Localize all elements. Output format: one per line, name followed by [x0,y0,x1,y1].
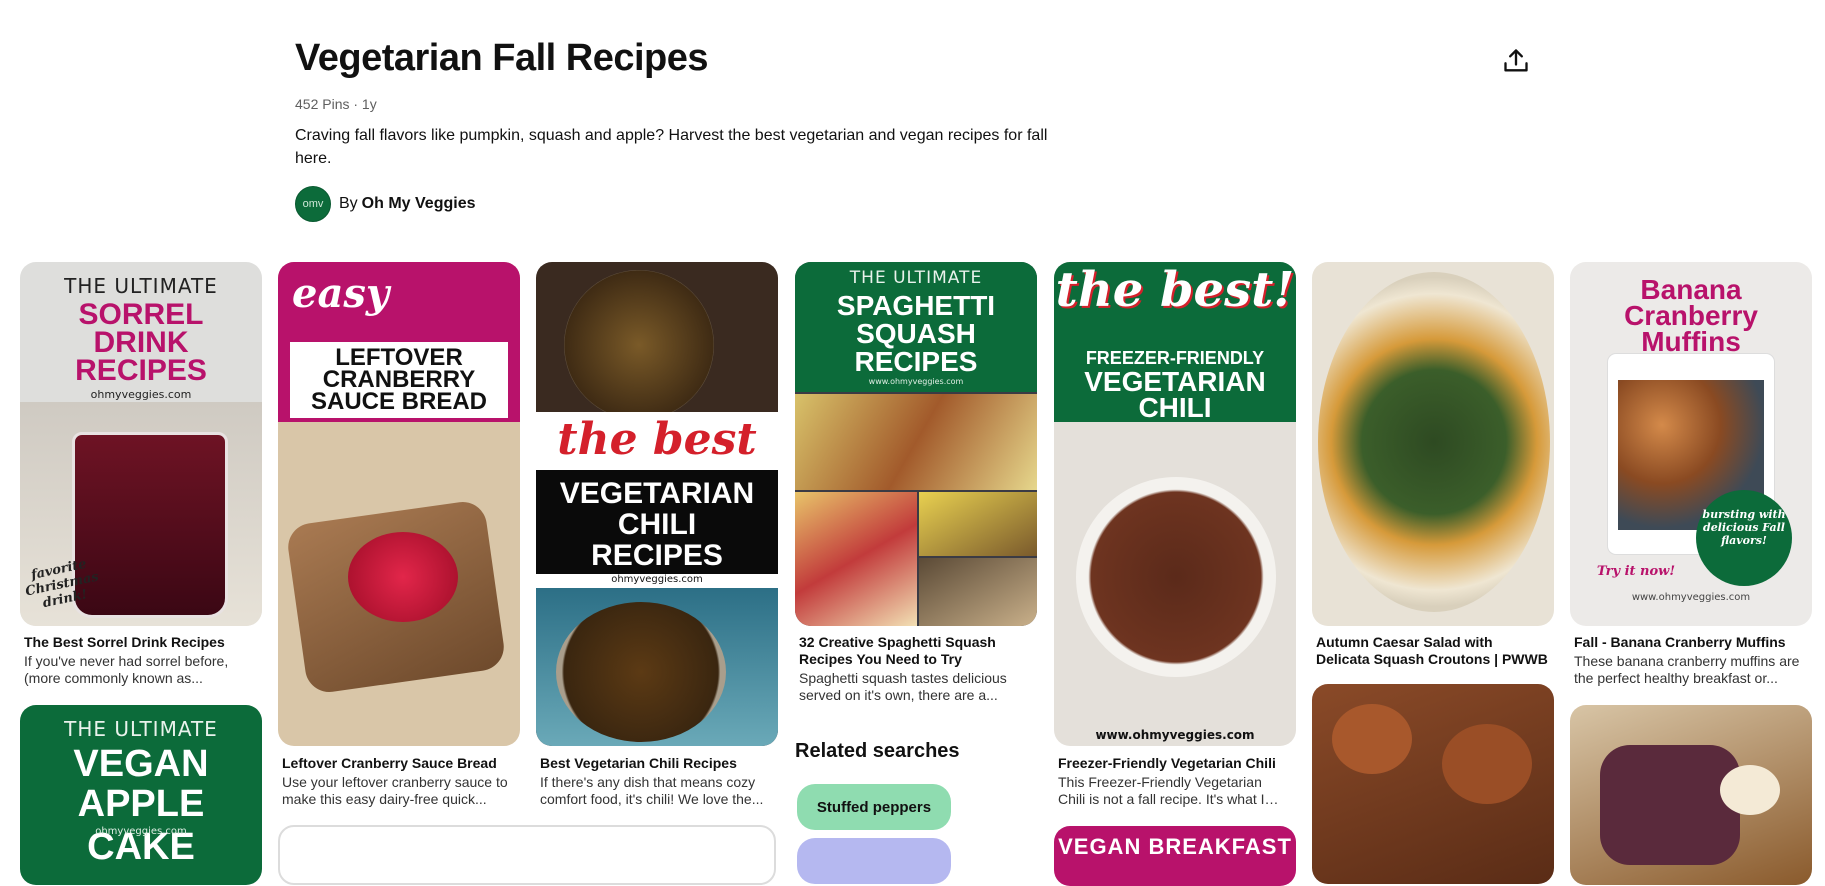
board-header: Vegetarian Fall Recipes 452 Pins · 1y Cr… [295,30,1115,222]
owner-name[interactable]: Oh My Veggies [362,195,476,213]
pin-description: These banana cranberry muffins are the p… [1574,653,1800,686]
pin-overlay-site: www.ohmyveggies.com [1095,728,1255,742]
owner-avatar[interactable]: omv [295,186,331,222]
share-button[interactable] [1496,42,1536,82]
pin-title[interactable]: Autumn Caesar Salad with Delicata Squash… [1316,634,1550,668]
pin-overlay-text: easy [292,270,390,317]
pin-overlay-text: CHILI [617,508,697,541]
pin-title[interactable]: The Best Sorrel Drink Recipes [24,634,258,651]
pin-overlay-text: RECIPES [854,346,978,377]
pin-caption: Fall - Banana Cranberry Muffins These ba… [1570,634,1812,687]
pin-overlay-text: SAUCE BREAD [310,388,487,415]
pin-overlay-cta: Try it now! [1596,564,1676,579]
pin-title[interactable]: Leftover Cranberry Sauce Bread [282,755,516,772]
pin-image-caesar-salad[interactable] [1312,262,1554,626]
pin-image-sorrel[interactable]: THE ULTIMATE SORREL DRINK RECIPES ohmyve… [20,262,262,626]
pin-image-muffins[interactable] [1312,684,1554,884]
pin-image-spaghetti-squash[interactable]: THE ULTIMATE SPAGHETTI SQUASH RECIPES ww… [795,262,1037,626]
board-description: Craving fall flavors like pumpkin, squas… [295,127,1048,167]
pin-image-cranberry-bread[interactable]: easy LEFTOVER CRANBERRY SAUCE BREAD [278,262,520,746]
pin-description: Use your leftover cranberry sauce to mak… [282,774,508,807]
pin-caption: 32 Creative Spaghetti Squash Recipes You… [795,634,1037,704]
pin-overlay-site: ohmyveggies.com [536,574,778,588]
pin-card-outline[interactable] [278,825,776,885]
pin-overlay-text: the best! [1055,262,1295,318]
pin-image-apple-cake[interactable]: THE ULTIMATE VEGAN APPLE CAKE ohmyveggie… [20,705,262,885]
owner-prefix: By [339,195,358,212]
pin-overlay-text: THE ULTIMATE [64,274,218,298]
pin-image-vegan-breakfast[interactable]: VEGAN BREAKFAST [1054,826,1296,886]
pin-image-chili[interactable]: the best VEGETARIAN CHILI RECIPES ohmyve… [536,262,778,746]
pin-overlay-site: www.ohmyveggies.com [1631,592,1751,603]
pin-overlay-site: ohmyveggies.com [90,388,192,401]
pin-image-pie[interactable] [1570,705,1812,885]
pin-description: If there's any dish that means cozy comf… [540,774,764,807]
pin-title[interactable]: Freezer-Friendly Vegetarian Chili [1058,755,1292,772]
board-title: Vegetarian Fall Recipes [295,37,709,79]
pin-title[interactable]: Fall - Banana Cranberry Muffins [1574,634,1808,651]
pin-caption: Leftover Cranberry Sauce Bread Use your … [278,755,520,808]
share-upload-icon [1502,48,1530,78]
pin-caption: Best Vegetarian Chili Recipes If there's… [536,755,778,808]
pin-caption: The Best Sorrel Drink Recipes If you've … [20,634,262,687]
pin-image-banana-muffins[interactable]: Banana Cranberry Muffins bursting with d… [1570,262,1812,626]
related-searches-title: Related searches [795,740,960,762]
related-search-chip[interactable]: Stuffed peppers [797,784,951,830]
pin-overlay-text: RECIPES [75,354,207,387]
pin-overlay-badge: bursting with delicious Fall flavors! [1702,508,1786,547]
pin-overlay-text: THE ULTIMATE [64,717,218,741]
pin-overlay-site: ohmyveggies.com [95,826,187,837]
pin-overlay-text: VEGETARIAN [559,477,755,510]
board-owner[interactable]: omv By Oh My Veggies [295,186,1115,222]
pin-overlay-text: VEGAN [73,743,209,785]
pin-overlay-text: the best [557,414,757,465]
board-meta: 452 Pins · 1y [295,96,377,112]
pin-image-freezer-chili[interactable]: the best! FREEZER-FRIENDLY VEGETARIAN CH… [1054,262,1296,746]
pin-overlay-site: www.ohmyveggies.com [868,377,964,386]
pin-overlay-text: VEGAN BREAKFAST [1058,834,1292,859]
pin-title[interactable]: Best Vegetarian Chili Recipes [540,755,774,772]
pin-caption: Freezer-Friendly Vegetarian Chili This F… [1054,755,1296,808]
pin-overlay-text: RECIPES [591,539,723,572]
pin-caption: Autumn Caesar Salad with Delicata Squash… [1312,634,1554,668]
pin-overlay-text: THE ULTIMATE [849,268,983,288]
pin-title[interactable]: 32 Creative Spaghetti Squash Recipes You… [799,634,1033,668]
pin-overlay-text: CHILI [1138,392,1212,423]
pin-description: If you've never had sorrel before, (more… [24,653,229,686]
pin-description: This Freezer-Friendly Vegetarian Chili i… [1058,774,1265,807]
pin-description: Spaghetti squash tastes delicious served… [799,670,1007,703]
